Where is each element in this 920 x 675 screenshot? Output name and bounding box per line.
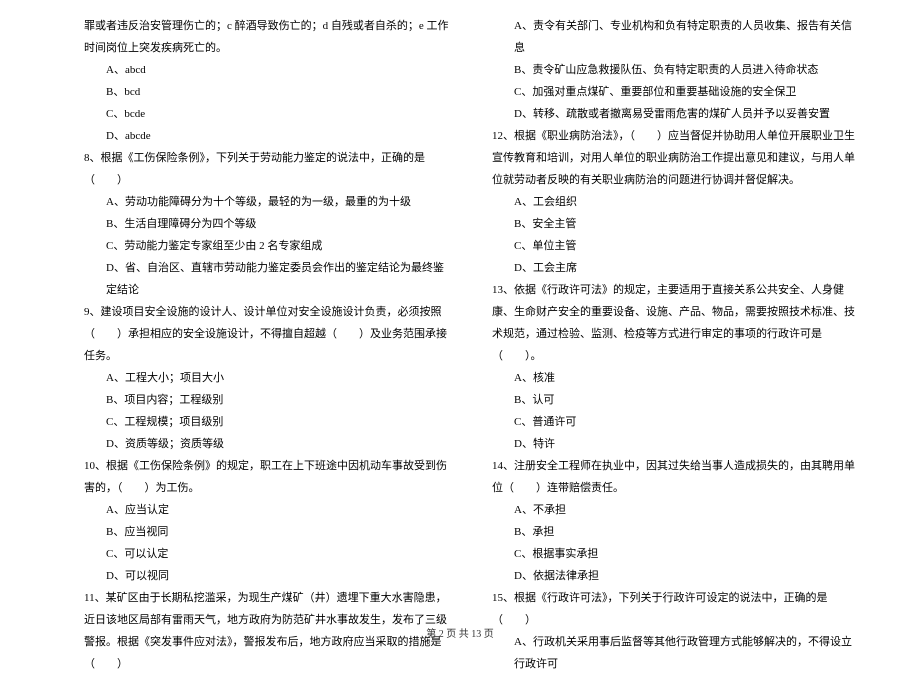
q10-option-c: C、可以认定 <box>84 543 452 565</box>
q14-option-a: A、不承担 <box>492 499 860 521</box>
q9-option-b: B、项目内容；工程级别 <box>84 389 452 411</box>
q7-option-d: D、abcde <box>84 125 452 147</box>
q7-intro: 罪或者违反治安管理伤亡的；c 醉酒导致伤亡的；d 自残或者自杀的；e 工作时间岗… <box>84 15 452 59</box>
q7-option-c: C、bcde <box>84 103 452 125</box>
q7-option-b: B、bcd <box>84 81 452 103</box>
q12-option-b: B、安全主管 <box>492 213 860 235</box>
q8-option-a: A、劳动功能障碍分为十个等级，最轻的为一级，最重的为十级 <box>84 191 452 213</box>
q13-stem: 13、依据《行政许可法》的规定，主要适用于直接关系公共安全、人身健康、生命财产安… <box>492 279 860 367</box>
q10-option-b: B、应当视同 <box>84 521 452 543</box>
q9-option-d: D、资质等级；资质等级 <box>84 433 452 455</box>
page-footer: 第 2 页 共 13 页 <box>0 625 920 640</box>
right-column: A、责令有关部门、专业机构和负有特定职责的人员收集、报告有关信息 B、责令矿山应… <box>492 15 860 620</box>
q11-option-c: C、加强对重点煤矿、重要部位和重要基础设施的安全保卫 <box>492 81 860 103</box>
left-column: 罪或者违反治安管理伤亡的；c 醉酒导致伤亡的；d 自残或者自杀的；e 工作时间岗… <box>84 15 452 620</box>
q8-stem: 8、根据《工伤保险条例》，下列关于劳动能力鉴定的说法中，正确的是（ ） <box>84 147 452 191</box>
q9-stem: 9、建设项目安全设施的设计人、设计单位对安全设施设计负责，必须按照（ ）承担相应… <box>84 301 452 367</box>
q8-option-b: B、生活自理障碍分为四个等级 <box>84 213 452 235</box>
q14-option-b: B、承担 <box>492 521 860 543</box>
q13-option-d: D、特许 <box>492 433 860 455</box>
q14-option-d: D、依据法律承担 <box>492 565 860 587</box>
q10-option-d: D、可以视同 <box>84 565 452 587</box>
q8-option-d: D、省、自治区、直辖市劳动能力鉴定委员会作出的鉴定结论为最终鉴定结论 <box>84 257 452 301</box>
page-content: 罪或者违反治安管理伤亡的；c 醉酒导致伤亡的；d 自残或者自杀的；e 工作时间岗… <box>0 0 920 650</box>
q9-option-a: A、工程大小；项目大小 <box>84 367 452 389</box>
q10-option-a: A、应当认定 <box>84 499 452 521</box>
q14-stem: 14、注册安全工程师在执业中，因其过失给当事人造成损失的，由其聘用单位（ ）连带… <box>492 455 860 499</box>
q9-option-c: C、工程规模；项目级别 <box>84 411 452 433</box>
q12-option-d: D、工会主席 <box>492 257 860 279</box>
q8-option-c: C、劳动能力鉴定专家组至少由 2 名专家组成 <box>84 235 452 257</box>
q13-option-b: B、认可 <box>492 389 860 411</box>
q12-option-a: A、工会组织 <box>492 191 860 213</box>
q10-stem: 10、根据《工伤保险条例》的规定，职工在上下班途中因机动车事故受到伤害的，（ ）… <box>84 455 452 499</box>
q11-option-a: A、责令有关部门、专业机构和负有特定职责的人员收集、报告有关信息 <box>492 15 860 59</box>
q13-option-c: C、普通许可 <box>492 411 860 433</box>
q11-option-d: D、转移、疏散或者撤离易受雷雨危害的煤矿人员并予以妥善安置 <box>492 103 860 125</box>
q12-option-c: C、单位主管 <box>492 235 860 257</box>
q12-stem: 12、根据《职业病防治法》，（ ）应当督促并协助用人单位开展职业卫生宣传教育和培… <box>492 125 860 191</box>
q13-option-a: A、核准 <box>492 367 860 389</box>
q7-option-a: A、abcd <box>84 59 452 81</box>
q14-option-c: C、根据事实承担 <box>492 543 860 565</box>
q11-option-b: B、责令矿山应急救援队伍、负有特定职责的人员进入待命状态 <box>492 59 860 81</box>
